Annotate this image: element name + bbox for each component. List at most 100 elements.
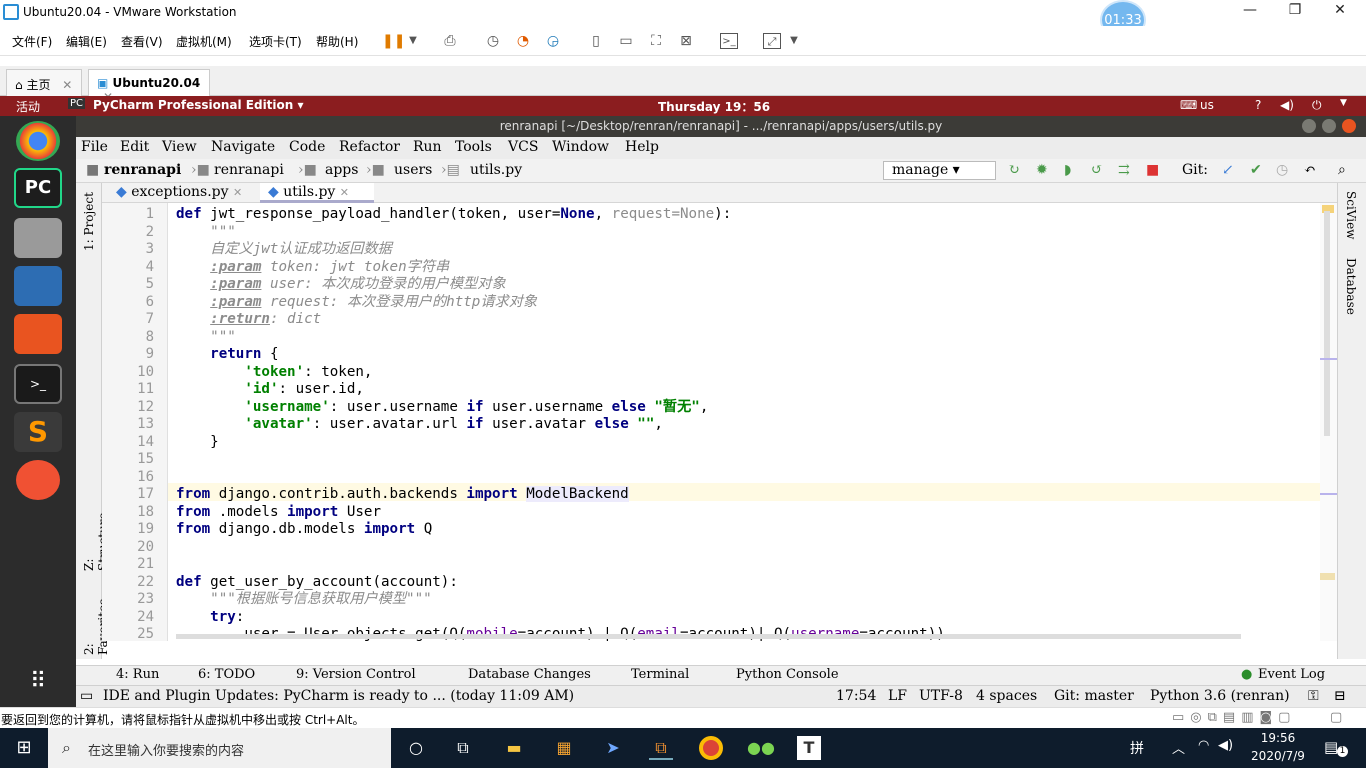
caret-position[interactable]: 17:54 — [836, 688, 876, 704]
task-view-icon[interactable]: ⧉ — [451, 736, 475, 760]
breadcrumb-users[interactable]: users — [394, 162, 432, 178]
run-config-select[interactable]: manage ▾ — [883, 161, 996, 180]
code-line[interactable]: 自定义jwt认证成功返回数据 — [176, 241, 392, 259]
chevron-up-icon[interactable]: ︿ — [1172, 738, 1185, 757]
clock[interactable]: Thursday 19：56 — [658, 98, 770, 115]
code-line[interactable]: :param user: 本次成功登录的用户模型对象 — [176, 276, 505, 294]
show-apps-icon[interactable]: ⠿ — [14, 664, 62, 704]
tool-python-console[interactable]: Python Console — [736, 667, 839, 682]
indent-setting[interactable]: 4 spaces — [976, 688, 1037, 704]
code-line[interactable]: try: — [176, 609, 244, 627]
volume-icon[interactable]: ◀) — [1218, 738, 1233, 753]
menu-refactor[interactable]: Refactor — [339, 139, 400, 155]
pause-icon[interactable]: ❚❚ — [382, 33, 405, 49]
tab-home[interactable]: ⌂ 主页 ✕ — [6, 69, 82, 96]
code-line[interactable]: from .models import User — [176, 504, 381, 522]
menu-vcs[interactable]: VCS — [508, 139, 538, 155]
code-line[interactable]: 'id': user.id, — [176, 381, 364, 399]
cortana-icon[interactable]: ○ — [404, 736, 428, 760]
horizontal-scrollbar[interactable] — [176, 634, 1241, 639]
menu-edit[interactable]: Edit — [120, 139, 149, 155]
inspector-icon[interactable]: ⊟ — [1334, 688, 1346, 704]
chevron-down-icon[interactable]: ▼ — [1340, 98, 1347, 108]
git-commit-icon[interactable]: ✔ — [1250, 162, 1262, 178]
code-line[interactable]: return { — [176, 346, 278, 364]
tool-event-log[interactable]: Event Log — [1258, 667, 1325, 682]
code-line[interactable]: 'avatar': user.avatar.url if user.avatar… — [176, 416, 663, 434]
scroll-thumb[interactable] — [1324, 211, 1330, 436]
close-icon[interactable]: ✕ — [233, 186, 242, 199]
menu-tools[interactable]: Tools — [455, 139, 492, 155]
lock-icon[interactable]: ⚿ — [1308, 688, 1319, 704]
maximize-icon[interactable] — [1322, 119, 1336, 133]
maximize-button[interactable]: ❐ — [1275, 2, 1315, 22]
code-line[interactable]: from django.contrib.auth.backends import… — [176, 486, 629, 504]
software-icon[interactable] — [14, 314, 62, 354]
close-icon[interactable] — [1342, 119, 1356, 133]
code-line[interactable]: from django.db.models import Q — [176, 521, 432, 539]
app-menu[interactable]: PyCharm Professional Edition ▾ — [93, 98, 304, 112]
code-line[interactable]: :param token: jwt token字符串 — [176, 259, 449, 277]
menu-view[interactable]: View — [162, 139, 197, 155]
close-button[interactable]: ✕ — [1320, 2, 1360, 22]
git-branch[interactable]: Git: master — [1054, 688, 1134, 704]
code-line[interactable]: def jwt_response_payload_handler(token, … — [176, 206, 731, 224]
message-icon[interactable]: ▢ — [1330, 710, 1342, 725]
editor-scrollbar[interactable] — [1320, 203, 1337, 641]
volume-icon[interactable]: ◀) — [1280, 98, 1294, 112]
close-icon[interactable]: ✕ — [62, 78, 72, 92]
coverage-icon[interactable]: ◗ — [1064, 162, 1071, 178]
breadcrumb-apps[interactable]: apps — [325, 162, 358, 178]
tool-project[interactable]: 1: Project — [82, 191, 96, 251]
menu-help[interactable]: 帮助(H) — [316, 33, 358, 50]
profile-icon[interactable]: ↺ — [1091, 162, 1103, 178]
taskbar-time[interactable]: 19:56 — [1248, 731, 1308, 745]
ime-indicator[interactable]: 拼 — [1130, 738, 1144, 758]
tool-version-control[interactable]: 9: Version Control — [296, 667, 416, 682]
notification-icon[interactable]: ▤ — [1324, 738, 1338, 756]
menu-help[interactable]: Help — [625, 139, 659, 155]
device-icons[interactable]: ▭◎⧉▤▥◙▢ — [1172, 710, 1296, 725]
menu-tabs[interactable]: 选项卡(T) — [249, 33, 302, 50]
menu-view[interactable]: 查看(V) — [121, 33, 163, 50]
code-line[interactable]: """ — [176, 224, 236, 242]
tool-database-changes[interactable]: Database Changes — [468, 667, 591, 682]
chrome-icon[interactable] — [16, 121, 60, 161]
files-icon[interactable] — [14, 218, 62, 258]
code-line[interactable]: :return: dict — [176, 311, 321, 329]
search-icon[interactable]: ⌕ — [1338, 162, 1346, 178]
git-history-icon[interactable]: ◷ — [1276, 162, 1288, 178]
sublime-icon[interactable]: S — [14, 412, 62, 452]
network-icon[interactable]: ◠ — [1198, 738, 1209, 753]
chevron-down-icon[interactable]: ▼ — [785, 33, 803, 49]
chrome-taskbar-icon[interactable] — [699, 736, 723, 760]
postman-icon[interactable] — [16, 460, 60, 500]
file-encoding[interactable]: UTF-8 — [919, 688, 963, 704]
menu-navigate[interactable]: Navigate — [211, 139, 275, 155]
keyboard-layout[interactable]: us — [1200, 98, 1214, 112]
run-icon[interactable]: ↻ — [1008, 162, 1020, 178]
menu-run[interactable]: Run — [413, 139, 442, 155]
close-icon[interactable]: ✕ — [340, 186, 349, 199]
code-line[interactable]: } — [176, 434, 219, 452]
menu-file[interactable]: File — [81, 139, 108, 155]
code-line[interactable]: 'username': user.username if user.userna… — [176, 399, 708, 417]
status-message[interactable]: IDE and Plugin Updates: PyCharm is ready… — [103, 688, 574, 704]
git-rollback-icon[interactable]: ↶ — [1304, 162, 1316, 178]
keyboard-icon[interactable]: ⌨ — [1180, 98, 1197, 112]
code-editor[interactable]: def jwt_response_payload_handler(token, … — [168, 203, 1320, 641]
pycharm-icon[interactable]: PC — [14, 168, 62, 208]
minimize-icon[interactable] — [1302, 119, 1316, 133]
snapshot-icon[interactable]: ◷ — [484, 33, 502, 49]
breadcrumb-package[interactable]: renranapi — [214, 162, 284, 178]
menu-window[interactable]: Window — [552, 139, 609, 155]
typora-icon[interactable]: T — [797, 736, 821, 760]
power-icon[interactable]: ⏻ — [1312, 98, 1322, 113]
tool-database[interactable]: Database — [1344, 258, 1358, 315]
code-line[interactable]: """根据账号信息获取用户模型""" — [176, 591, 432, 609]
store-icon[interactable]: ▦ — [552, 736, 576, 760]
fullscreen-icon[interactable]: ⛶ — [647, 33, 665, 49]
menu-file[interactable]: 文件(F) — [12, 33, 52, 50]
code-line[interactable]: :param request: 本次登录用户的http请求对象 — [176, 294, 537, 312]
tool-todo[interactable]: 6: TODO — [198, 667, 255, 682]
